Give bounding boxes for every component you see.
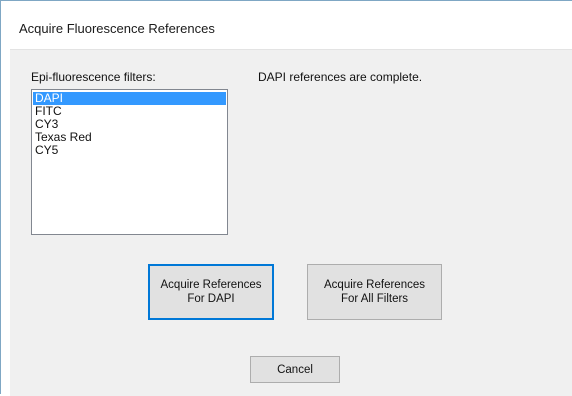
filters-label: Epi-fluorescence filters: <box>31 70 156 84</box>
status-message: DAPI references are complete. <box>258 70 423 84</box>
dialog-window: Acquire Fluorescence References Epi-fluo… <box>0 0 572 396</box>
cancel-label: Cancel <box>277 363 313 376</box>
acquire-references-all-button[interactable]: Acquire References For All Filters <box>307 264 442 320</box>
acquire-selected-line1: Acquire References <box>160 279 262 291</box>
filters-listbox[interactable]: DAPI FITC CY3 Texas Red CY5 <box>31 89 228 235</box>
filter-item-cy5[interactable]: CY5 <box>33 144 226 157</box>
acquire-all-line2: For All Filters <box>340 293 409 305</box>
filter-item-fitc[interactable]: FITC <box>33 105 226 118</box>
acquire-all-line1: Acquire References <box>324 279 425 291</box>
filter-item-texas-red[interactable]: Texas Red <box>33 131 226 144</box>
window-title: Acquire Fluorescence References <box>19 21 215 36</box>
dialog-body: Epi-fluorescence filters: DAPI reference… <box>10 49 572 396</box>
acquire-references-selected-button[interactable]: Acquire References For DAPI <box>148 264 274 320</box>
cancel-button[interactable]: Cancel <box>250 356 340 383</box>
title-bar[interactable]: Acquire Fluorescence References <box>2 2 572 49</box>
acquire-selected-line2: For DAPI <box>187 293 235 305</box>
